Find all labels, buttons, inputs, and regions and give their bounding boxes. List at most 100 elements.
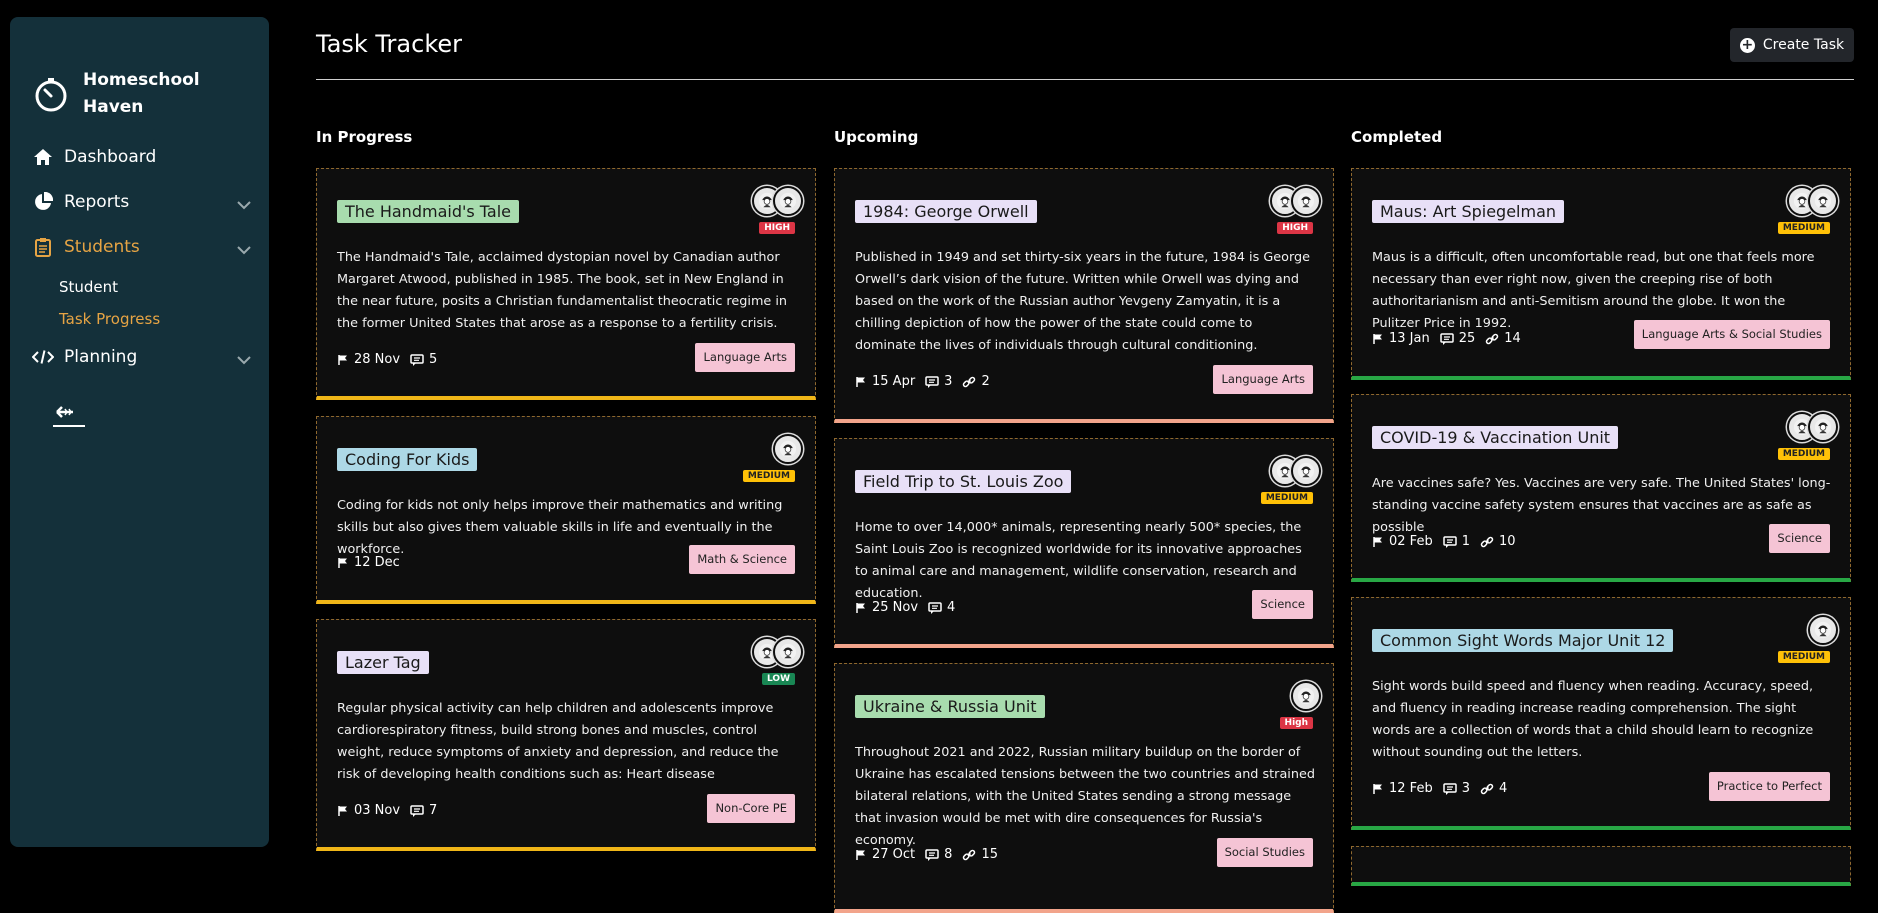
- chevron-down-icon[interactable]: [237, 350, 251, 370]
- nav-label-planning: Planning: [64, 347, 138, 367]
- flag-icon: [1372, 783, 1384, 795]
- nav-item-reports[interactable]: Reports: [32, 192, 251, 212]
- task-card[interactable]: Maus: Art Spiegelman MEDIUM Maus is a di…: [1351, 168, 1851, 380]
- avatar[interactable]: [1291, 186, 1321, 216]
- task-meta: 25 Nov 4: [855, 600, 965, 615]
- assignees: [773, 434, 803, 464]
- code-icon: [32, 347, 54, 367]
- task-title[interactable]: Common Sight Words Major Unit 12: [1372, 629, 1674, 652]
- brand-name: Homeschool Haven: [83, 70, 200, 117]
- due-date: 13 Jan: [1372, 331, 1430, 346]
- nav-item-students[interactable]: Students: [32, 237, 251, 257]
- comment-count: 3: [1443, 781, 1470, 796]
- task-title[interactable]: The Handmaid's Tale: [337, 200, 520, 223]
- nav-label-students: Students: [64, 237, 140, 257]
- task-meta: 12 Dec: [337, 555, 410, 570]
- priority-badge: High: [1279, 717, 1313, 729]
- nav-label-dashboard: Dashboard: [64, 147, 157, 167]
- main-content: Task Tracker + Create Task In Progress U…: [316, 0, 1854, 913]
- avatar[interactable]: [1291, 456, 1321, 486]
- avatar[interactable]: [1808, 615, 1838, 645]
- subject-tag[interactable]: Language Arts: [1213, 365, 1313, 394]
- home-icon: [32, 147, 54, 167]
- subnav-item-student[interactable]: Student: [59, 278, 118, 296]
- priority-badge: LOW: [762, 673, 795, 685]
- subject-tag[interactable]: Science: [1769, 524, 1830, 553]
- subnav-item-task-progress[interactable]: Task Progress: [59, 310, 160, 328]
- priority-badge: MEDIUM: [1260, 492, 1313, 504]
- nav-item-dashboard[interactable]: Dashboard: [32, 147, 156, 167]
- comment-icon: [410, 805, 424, 817]
- task-meta: 28 Nov 5: [337, 352, 447, 367]
- due-date: 03 Nov: [337, 803, 400, 818]
- chevron-down-icon[interactable]: [237, 195, 251, 215]
- task-card[interactable]: The Handmaid's Tale HIGH The Handmaid's …: [316, 168, 816, 400]
- task-card[interactable]: Lazer Tag LOW Regular physical activity …: [316, 619, 816, 851]
- task-title[interactable]: 1984: George Orwell: [855, 200, 1037, 223]
- task-title[interactable]: Field Trip to St. Louis Zoo: [855, 470, 1072, 493]
- task-card[interactable]: Coding For Kids MEDIUM Coding for kids n…: [316, 416, 816, 604]
- clipboard-icon: [32, 237, 54, 257]
- comment-count: 25: [1440, 331, 1475, 346]
- task-card[interactable]: Common Sight Words Major Unit 12 MEDIUM …: [1351, 597, 1851, 830]
- due-date: 12 Feb: [1372, 781, 1433, 796]
- subject-tag[interactable]: Social Studies: [1216, 838, 1313, 867]
- column-header-in-progress: In Progress: [316, 128, 413, 146]
- task-title[interactable]: Maus: Art Spiegelman: [1372, 200, 1565, 223]
- stopwatch-icon: [35, 78, 67, 112]
- pie-chart-icon: [32, 192, 54, 212]
- task-card[interactable]: Ukraine & Russia Unit High Throughout 20…: [834, 663, 1334, 913]
- subject-tag[interactable]: Language Arts: [695, 343, 795, 372]
- priority-badge: HIGH: [759, 222, 795, 234]
- link-icon: [962, 375, 976, 389]
- avatar[interactable]: [1291, 681, 1321, 711]
- avatar[interactable]: [1808, 186, 1838, 216]
- comment-count: 1: [1443, 534, 1470, 549]
- task-title[interactable]: Coding For Kids: [337, 448, 478, 471]
- task-description: Regular physical activity can help child…: [337, 701, 779, 782]
- due-date: 12 Dec: [337, 555, 400, 570]
- nav-item-planning[interactable]: Planning: [32, 347, 251, 367]
- task-description: Home to over 14,000* animals, representi…: [855, 520, 1302, 601]
- create-task-button[interactable]: + Create Task: [1730, 28, 1854, 62]
- task-title[interactable]: Ukraine & Russia Unit: [855, 695, 1045, 718]
- assignees: [1270, 456, 1321, 486]
- task-meta: 12 Feb 3 4: [1372, 781, 1517, 796]
- task-card[interactable]: Field Trip to St. Louis Zoo MEDIUM Home …: [834, 438, 1334, 648]
- task-title[interactable]: Lazer Tag: [337, 651, 429, 674]
- subject-tag[interactable]: Language Arts & Social Studies: [1633, 320, 1830, 349]
- task-meta: 13 Jan 25 14: [1372, 331, 1531, 346]
- comment-icon: [928, 602, 942, 614]
- priority-badge: HIGH: [1277, 222, 1313, 234]
- link-icon: [1480, 782, 1494, 796]
- task-description: Throughout 2021 and 2022, Russian milita…: [855, 745, 1315, 848]
- flag-icon: [1372, 536, 1384, 548]
- chevron-down-icon[interactable]: [237, 240, 251, 260]
- avatar[interactable]: [773, 186, 803, 216]
- due-date: 15 Apr: [855, 374, 915, 389]
- subject-tag[interactable]: Science: [1252, 590, 1313, 619]
- avatar[interactable]: [1808, 412, 1838, 442]
- subject-tag[interactable]: Math & Science: [689, 545, 795, 574]
- link-count: 14: [1485, 331, 1521, 346]
- avatar[interactable]: [773, 434, 803, 464]
- column-header-completed: Completed: [1351, 128, 1443, 146]
- task-description: Sight words build speed and fluency when…: [1372, 679, 1814, 760]
- priority-badge: MEDIUM: [1777, 651, 1830, 663]
- plus-circle-icon: +: [1739, 36, 1755, 53]
- page-title: Task Tracker: [316, 30, 463, 58]
- avatar[interactable]: [773, 637, 803, 667]
- task-card[interactable]: 1984: George Orwell HIGH Published in 19…: [834, 168, 1334, 423]
- flag-icon: [855, 376, 867, 388]
- collapse-sidebar-icon[interactable]: [53, 402, 85, 430]
- assignees: [1270, 186, 1321, 216]
- brand[interactable]: Homeschool Haven: [33, 67, 213, 121]
- task-card[interactable]: COVID-19 & Vaccination Unit MEDIUM Are v…: [1351, 394, 1851, 582]
- task-title[interactable]: COVID-19 & Vaccination Unit: [1372, 426, 1619, 449]
- subject-tag[interactable]: Non-Core PE: [707, 794, 795, 823]
- task-meta: 03 Nov 7: [337, 803, 447, 818]
- task-card[interactable]: [1351, 846, 1851, 886]
- subject-tag[interactable]: Practice to Perfect: [1708, 772, 1830, 801]
- sidebar: Homeschool Haven Dashboard Reports Stude…: [10, 17, 269, 847]
- comment-count: 7: [410, 803, 437, 818]
